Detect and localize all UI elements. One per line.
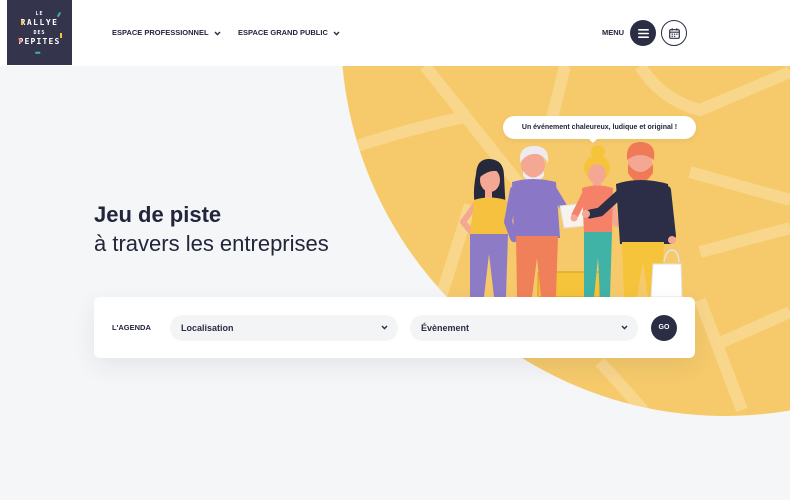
hand [668, 236, 676, 244]
event-select-value[interactable]: Évènement [421, 315, 469, 341]
nav-label[interactable]: ESPACE PROFESSIONNEL [112, 27, 209, 39]
logo[interactable]: LE RALLYE DES PEPITES [7, 0, 72, 65]
logo-text: RALLYE [20, 18, 59, 27]
chevron-down-icon [621, 325, 628, 330]
agenda-label: L'AGENDA [112, 323, 151, 332]
hero-heading: Jeu de piste à travers les entreprises [94, 200, 329, 258]
hand [570, 214, 578, 222]
nav-espace-grand-public[interactable]: ESPACE GRAND PUBLIC [238, 27, 340, 39]
location-select[interactable]: Localisation [170, 315, 398, 341]
go-button[interactable]: GO [651, 315, 677, 341]
calendar-icon [668, 27, 680, 39]
menu-button[interactable] [630, 20, 656, 46]
agenda-search-bar: L'AGENDA Localisation Évènement GO [94, 297, 695, 358]
logo-decoration [35, 51, 41, 54]
logo-decoration [60, 33, 62, 38]
page-title: Jeu de piste [94, 202, 222, 227]
menu-label[interactable]: MENU [602, 27, 624, 39]
nav-label[interactable]: ESPACE GRAND PUBLIC [238, 27, 328, 39]
site-header: LE RALLYE DES PEPITES ESPACE PROFESSIONN… [0, 0, 790, 66]
chevron-down-icon [381, 325, 388, 330]
logo-decoration [21, 20, 23, 25]
chevron-down-icon [333, 31, 340, 36]
arm [663, 186, 676, 240]
event-select[interactable]: Évènement [410, 315, 638, 341]
speech-bubble-tail [588, 138, 598, 143]
logo-text: DES [33, 30, 46, 36]
location-select-value[interactable]: Localisation [181, 315, 234, 341]
speech-bubble-text: Un événement chaleureux, ludique et orig… [521, 124, 678, 131]
speech-bubble: Un événement chaleureux, ludique et orig… [503, 116, 696, 143]
face [588, 164, 606, 184]
nav-espace-professionnel[interactable]: ESPACE PROFESSIONNEL [112, 27, 221, 39]
top [470, 197, 508, 236]
calendar-button[interactable] [661, 20, 687, 46]
hand [582, 210, 590, 218]
bag-body [650, 263, 683, 298]
logo-text: LE [35, 11, 44, 17]
page-subtitle: à travers les entreprises [94, 231, 329, 256]
chevron-down-icon [214, 31, 221, 36]
menu-icon [637, 28, 649, 38]
logo-text: PEPITES [18, 37, 61, 46]
